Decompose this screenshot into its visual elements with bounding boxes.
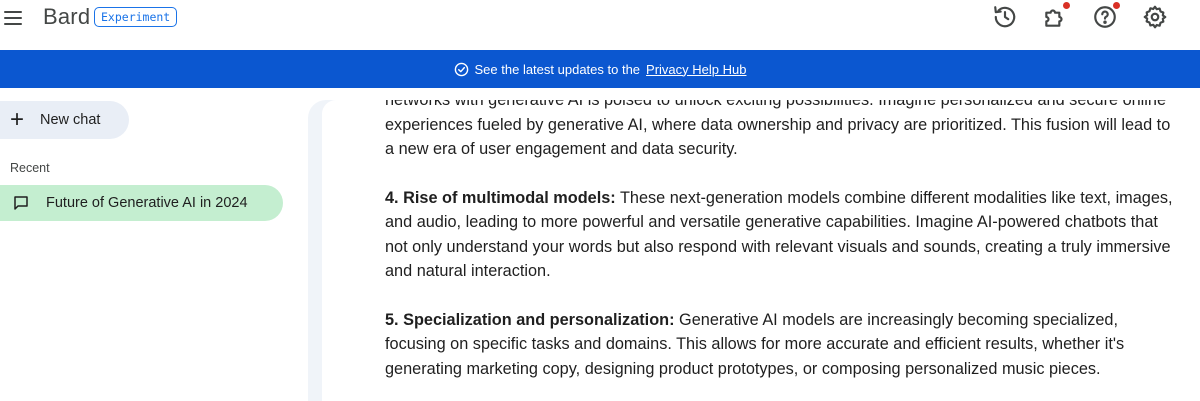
new-chat-label: New chat [40, 112, 101, 128]
plus-icon: + [10, 106, 25, 133]
check-circle-icon [454, 62, 468, 76]
help-icon[interactable] [1092, 2, 1120, 30]
response-paragraph: networks with generative AI is poised to… [385, 100, 1175, 162]
new-chat-button[interactable]: + New chat [0, 101, 129, 139]
header-actions [992, 2, 1168, 30]
experiment-badge: Experiment [94, 7, 178, 27]
sidebar: + New chat Recent Future of Generative A… [0, 88, 300, 401]
response-paragraph: 5. Specialization and personalization: G… [385, 308, 1175, 382]
response-card: networks with generative AI is poised to… [322, 100, 1200, 401]
extensions-icon[interactable] [1042, 2, 1070, 30]
main-panel: networks with generative AI is poised to… [308, 100, 1200, 401]
app-brand[interactable]: Bard [43, 4, 90, 30]
paragraph-text: networks with generative AI is poised to… [385, 100, 1171, 158]
response-paragraph: 4. Rise of multimodal models: These next… [385, 186, 1175, 284]
settings-icon[interactable] [1142, 4, 1168, 30]
notification-dot [1063, 2, 1070, 9]
recent-chat-title: Future of Generative AI in 2024 [46, 195, 248, 211]
response-content: networks with generative AI is poised to… [385, 100, 1175, 401]
paragraph-heading: 5. Specialization and personalization: [385, 310, 675, 329]
history-icon[interactable] [992, 4, 1018, 30]
banner-text: See the latest updates to the [474, 61, 641, 77]
recent-heading: Recent [10, 161, 50, 175]
main-menu-icon[interactable] [4, 6, 28, 30]
chat-bubble-icon [14, 196, 28, 210]
notification-dot [1113, 2, 1120, 9]
recent-chat-item[interactable]: Future of Generative AI in 2024 [0, 185, 283, 221]
privacy-banner: See the latest updates to the Privacy He… [0, 50, 1200, 88]
paragraph-heading: 4. Rise of multimodal models: [385, 188, 616, 207]
privacy-help-hub-link[interactable]: Privacy Help Hub [646, 62, 746, 77]
top-bar: Bard Experiment [0, 0, 1200, 50]
